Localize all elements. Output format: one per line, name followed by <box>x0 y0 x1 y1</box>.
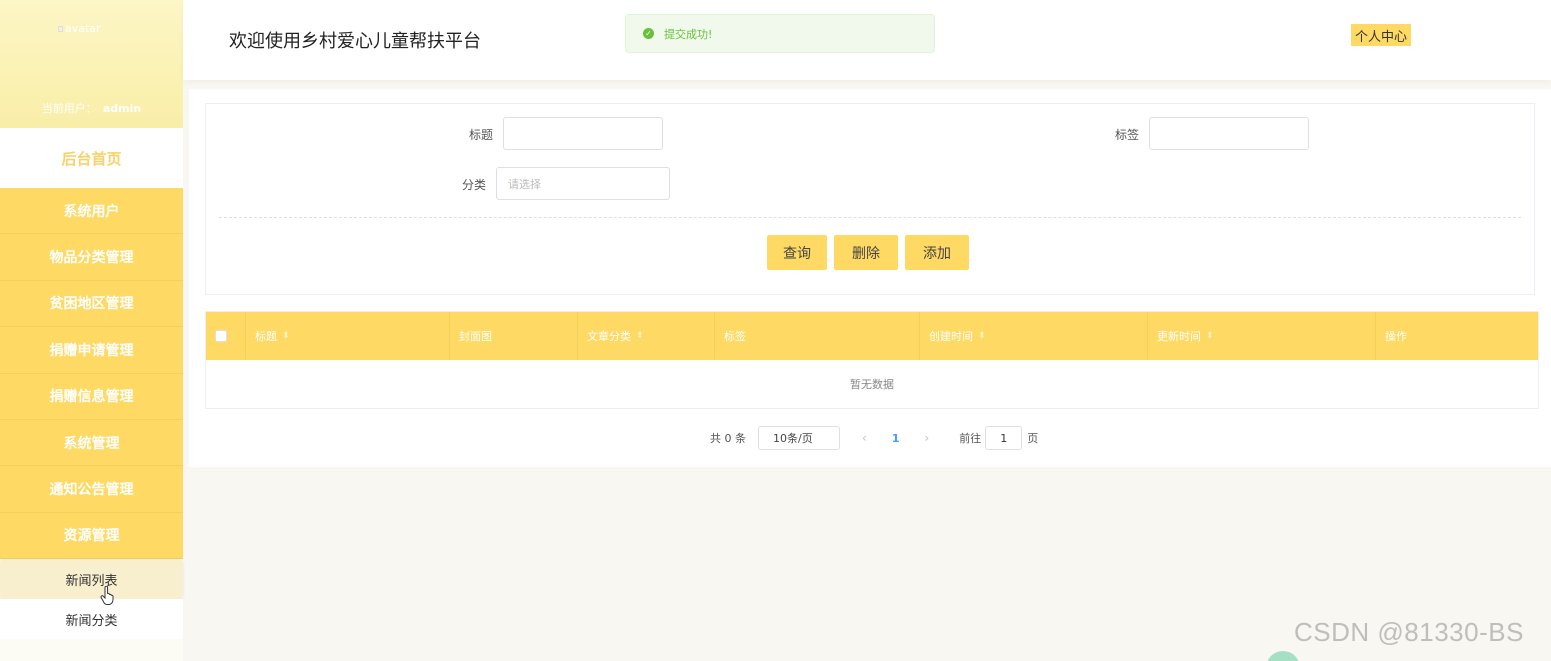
floating-helper-button[interactable] <box>1266 651 1300 661</box>
sort-icon[interactable]: ⬍ <box>282 331 290 341</box>
column-created[interactable]: 创建时间 ⬍ <box>920 312 1148 360</box>
current-user-name: admin <box>102 102 142 115</box>
sidebar-subitem-news-list[interactable]: 新闻列表 <box>0 559 183 600</box>
search-form: 标题 标签 分类 请选择 查询 删除 添加 <box>205 103 1535 295</box>
goto-page-input[interactable]: 1 <box>985 426 1023 450</box>
column-tag: 标签 <box>715 312 920 360</box>
select-all-checkbox[interactable] <box>215 330 227 342</box>
column-category-label: 文章分类 <box>587 330 631 343</box>
column-tag-label: 标签 <box>724 330 746 343</box>
column-cover: 封面图 <box>450 312 578 360</box>
top-header: 欢迎使用乡村爱心儿童帮扶平台 ✓ 提交成功! 个人中心 <box>183 0 1551 80</box>
column-actions-label: 操作 <box>1385 330 1407 343</box>
add-button[interactable]: 添加 <box>905 235 969 270</box>
query-button[interactable]: 查询 <box>767 235 827 270</box>
sidebar-subitem-news-category[interactable]: 新闻分类 <box>0 599 183 640</box>
category-select[interactable]: 请选择 <box>496 167 670 200</box>
sidebar-item-donation-info[interactable]: 捐赠信息管理 <box>0 373 183 420</box>
sidebar-item-system-users[interactable]: 系统用户 <box>0 188 183 235</box>
page-size-select[interactable]: 10条/页 <box>758 426 840 450</box>
sort-icon[interactable]: ⬍ <box>636 331 644 341</box>
sidebar-item-item-category[interactable]: 物品分类管理 <box>0 234 183 281</box>
tag-input[interactable] <box>1149 117 1309 150</box>
sidebar-item-resources[interactable]: 资源管理 <box>0 512 183 560</box>
prev-page-icon[interactable]: ‹ <box>862 431 867 445</box>
site-title: 欢迎使用乡村爱心儿童帮扶平台 <box>229 31 481 52</box>
column-category[interactable]: 文章分类 ⬍ <box>578 312 715 360</box>
form-divider <box>219 217 1521 218</box>
title-input[interactable] <box>503 117 663 150</box>
column-updated[interactable]: 更新时间 ⬍ <box>1148 312 1376 360</box>
sidebar-item-donation-applications[interactable]: 捐赠申请管理 <box>0 327 183 374</box>
column-title[interactable]: 标题 ⬍ <box>246 312 450 360</box>
sidebar-header: avatar 当前用户： admin <box>0 0 183 128</box>
avatar-alt-text: avatar <box>65 22 101 35</box>
column-updated-label: 更新时间 <box>1157 330 1201 343</box>
user-center-link[interactable]: 个人中心 <box>1351 24 1412 46</box>
sort-icon[interactable]: ⬍ <box>1206 331 1214 341</box>
column-actions: 操作 <box>1376 312 1538 360</box>
next-page-icon[interactable]: › <box>924 431 929 445</box>
table-header: 标题 ⬍ 封面图 文章分类 ⬍ 标签 创建时间 ⬍ 更新时间 ⬍ 操作 <box>206 312 1538 360</box>
hand-cursor-icon <box>100 586 114 606</box>
goto-label: 前往 <box>959 432 982 445</box>
avatar: avatar <box>58 22 101 35</box>
pagination: 共 0 条 10条/页 ‹ 1 › 前往 1 页 <box>710 426 1038 450</box>
column-title-label: 标题 <box>255 330 277 343</box>
sidebar-item-system-management[interactable]: 系统管理 <box>0 419 183 467</box>
category-field-label: 分类 <box>462 178 487 192</box>
news-table: 标题 ⬍ 封面图 文章分类 ⬍ 标签 创建时间 ⬍ 更新时间 ⬍ 操作 暂无数据 <box>205 311 1539 409</box>
sidebar: avatar 当前用户： admin 后台首页 系统用户 物品分类管理 贫困地区管… <box>0 0 183 661</box>
tag-field-label: 标签 <box>1115 128 1140 142</box>
table-empty: 暂无数据 <box>206 360 1538 408</box>
current-user: 当前用户： admin <box>0 100 183 116</box>
page-number[interactable]: 1 <box>892 432 900 445</box>
sidebar-item-announcements[interactable]: 通知公告管理 <box>0 466 183 513</box>
sidebar-item-poor-areas[interactable]: 贫困地区管理 <box>0 280 183 328</box>
title-field-label: 标题 <box>469 128 494 142</box>
current-user-label: 当前用户： <box>41 102 97 115</box>
success-toast: ✓ 提交成功! <box>625 14 935 53</box>
sort-icon[interactable]: ⬍ <box>978 331 986 341</box>
sidebar-item-home[interactable]: 后台首页 <box>0 128 183 188</box>
watermark: CSDN @81330-BS <box>1294 617 1524 647</box>
pagination-total: 共 0 条 <box>710 432 746 445</box>
column-created-label: 创建时间 <box>929 330 973 343</box>
main-content: 标题 标签 分类 请选择 查询 删除 添加 标题 ⬍ 封面图 文章分类 ⬍ 标签 创… <box>189 89 1551 467</box>
toast-message: 提交成功! <box>664 27 713 41</box>
check-circle-icon: ✓ <box>643 28 654 39</box>
select-all-cell <box>206 312 246 360</box>
page-unit-label: 页 <box>1027 432 1039 445</box>
column-cover-label: 封面图 <box>459 330 492 343</box>
delete-button[interactable]: 删除 <box>834 235 898 270</box>
broken-image-icon <box>58 25 63 32</box>
